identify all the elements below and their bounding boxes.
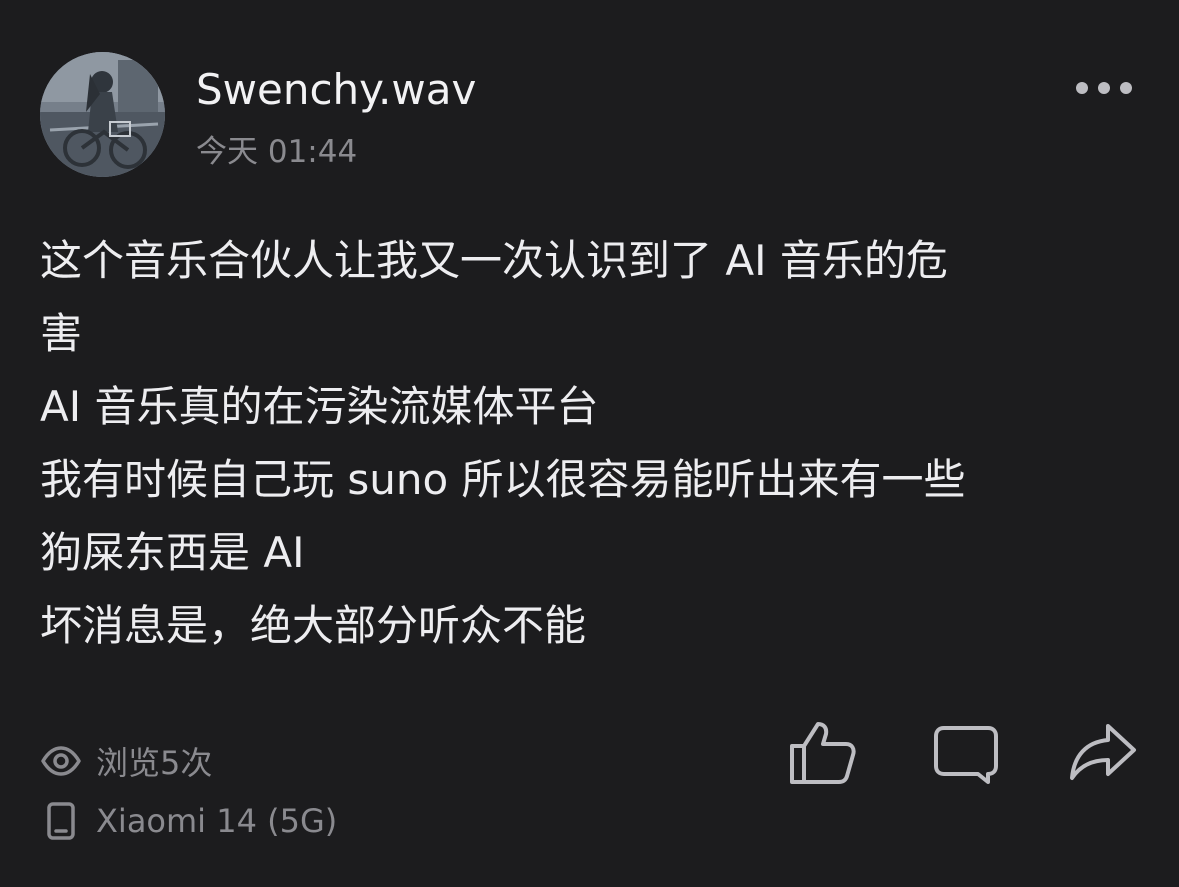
- like-button[interactable]: [786, 716, 858, 788]
- author-name[interactable]: Swenchy.wav: [196, 62, 476, 118]
- post-content: 这个音乐合伙人让我又一次认识到了 AI 音乐的危 害 AI 音乐真的在污染流媒体…: [40, 224, 1140, 662]
- comment-icon: [934, 726, 998, 784]
- device-info: Xiaomi 14 (5G): [40, 800, 337, 842]
- more-options-button[interactable]: [1072, 70, 1136, 106]
- post-line: 这个音乐合伙人让我又一次认识到了 AI 音乐的危: [40, 236, 948, 285]
- post-line: 害: [40, 309, 83, 358]
- more-dots-icon: [1076, 82, 1132, 94]
- phone-icon: [40, 800, 82, 842]
- avatar-image: [40, 52, 165, 177]
- post-line: 狗屎东西是 AI: [40, 528, 305, 577]
- post-timestamp: 今天 01:44: [196, 134, 358, 170]
- thumbs-up-icon: [790, 722, 856, 784]
- view-count-label: 浏览5次: [96, 744, 213, 782]
- share-icon: [1070, 724, 1136, 780]
- post-line: AI 音乐真的在污染流媒体平台: [40, 382, 599, 431]
- avatar[interactable]: [40, 52, 165, 177]
- post-line: 我有时候自己玩 suno 所以很容易能听出来有一些: [40, 455, 966, 504]
- share-button[interactable]: [1066, 716, 1138, 788]
- comment-button[interactable]: [930, 716, 1002, 788]
- eye-icon: [40, 740, 82, 782]
- view-count: 浏览5次: [40, 738, 212, 784]
- post-line: 坏消息是，绝大部分听众不能: [40, 601, 587, 650]
- device-label: Xiaomi 14 (5G): [96, 802, 338, 840]
